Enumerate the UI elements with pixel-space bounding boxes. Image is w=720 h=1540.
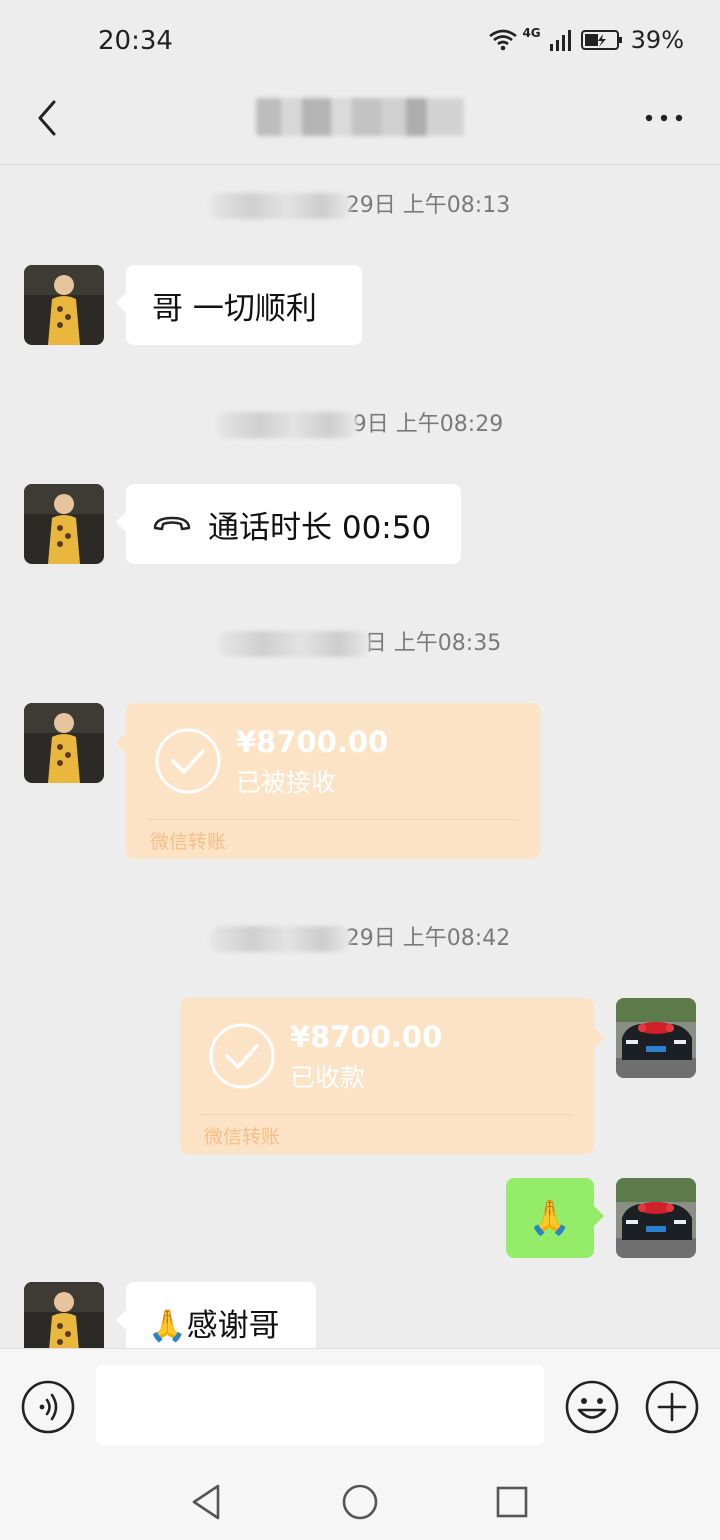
battery-percent: 39%: [630, 26, 684, 54]
blurred-date-mask: [209, 926, 350, 952]
input-bar: [0, 1348, 720, 1463]
transfer-label: 微信转账: [150, 831, 227, 853]
contact-avatar[interactable]: [24, 1282, 104, 1348]
battery-icon: [580, 30, 622, 50]
back-button[interactable]: [28, 98, 68, 138]
transfer-label: 微信转账: [204, 1126, 281, 1148]
phone-hangup-icon: [153, 516, 191, 531]
nav-home-icon[interactable]: [340, 1482, 380, 1522]
nav-back-icon[interactable]: [188, 1482, 228, 1522]
status-icons: 4G 39%: [488, 26, 684, 54]
car-avatar-image: [616, 1178, 696, 1258]
car-avatar-image: [616, 998, 696, 1078]
my-avatar[interactable]: [616, 998, 696, 1078]
call-record-bubble[interactable]: 通话时长 00:50: [116, 484, 461, 564]
emoji-icon[interactable]: [564, 1379, 620, 1435]
wifi-icon: [489, 29, 518, 51]
more-options-button[interactable]: [644, 112, 684, 124]
message-bubble[interactable]: 哥 一切顺利: [116, 265, 362, 345]
network-type: 4G: [522, 26, 541, 40]
message-timestamp: 29日 上午08:13: [0, 187, 720, 219]
blurred-date-mask: [216, 412, 357, 438]
transfer-card[interactable]: ¥8700.00 已被接收 微信转账: [116, 703, 540, 859]
nav-recents-icon[interactable]: [492, 1482, 532, 1522]
transfer-divider: [202, 1114, 572, 1115]
blurred-date-mask: [218, 631, 369, 657]
voice-icon[interactable]: [20, 1379, 76, 1435]
status-bar: 20:34 4G 39%: [0, 0, 720, 84]
monk-avatar-image: [24, 484, 104, 564]
check-circle-icon: [155, 728, 221, 794]
my-avatar[interactable]: [616, 1178, 696, 1258]
transfer-divider: [148, 819, 518, 820]
transfer-card[interactable]: ¥8700.00 已收款 微信转账: [180, 998, 604, 1154]
message-timestamp: 日 上午08:35: [0, 625, 720, 657]
contact-avatar[interactable]: [24, 265, 104, 345]
plus-icon[interactable]: [644, 1379, 700, 1435]
transfer-status: 已收款: [290, 1063, 366, 1092]
transfer-amount: ¥8700.00: [236, 725, 389, 759]
message-input[interactable]: [96, 1365, 544, 1445]
status-time: 20:34: [98, 26, 173, 56]
message-list[interactable]: 29日 上午08:13 哥 一切顺利 9日 上午08:29 通话时长 00:50…: [0, 165, 720, 1348]
contact-avatar[interactable]: [24, 484, 104, 564]
message-bubble[interactable]: 🙏: [506, 1178, 604, 1258]
chat-title: ████████: [256, 98, 464, 136]
contact-avatar[interactable]: [24, 703, 104, 783]
monk-avatar-image: [24, 1282, 104, 1348]
monk-avatar-image: [24, 265, 104, 345]
check-circle-icon: [209, 1023, 275, 1089]
message-timestamp: 29日 上午08:42: [0, 920, 720, 952]
system-nav-bar: [0, 1462, 720, 1540]
chat-header: ████████: [0, 84, 720, 165]
transfer-amount: ¥8700.00: [290, 1020, 443, 1054]
message-timestamp: 9日 上午08:29: [0, 406, 720, 438]
signal-icon: [549, 30, 571, 51]
blurred-date-mask: [209, 193, 350, 219]
transfer-status: 已被接收: [236, 768, 337, 797]
message-bubble[interactable]: 🙏感谢哥: [116, 1282, 316, 1348]
monk-avatar-image: [24, 703, 104, 783]
